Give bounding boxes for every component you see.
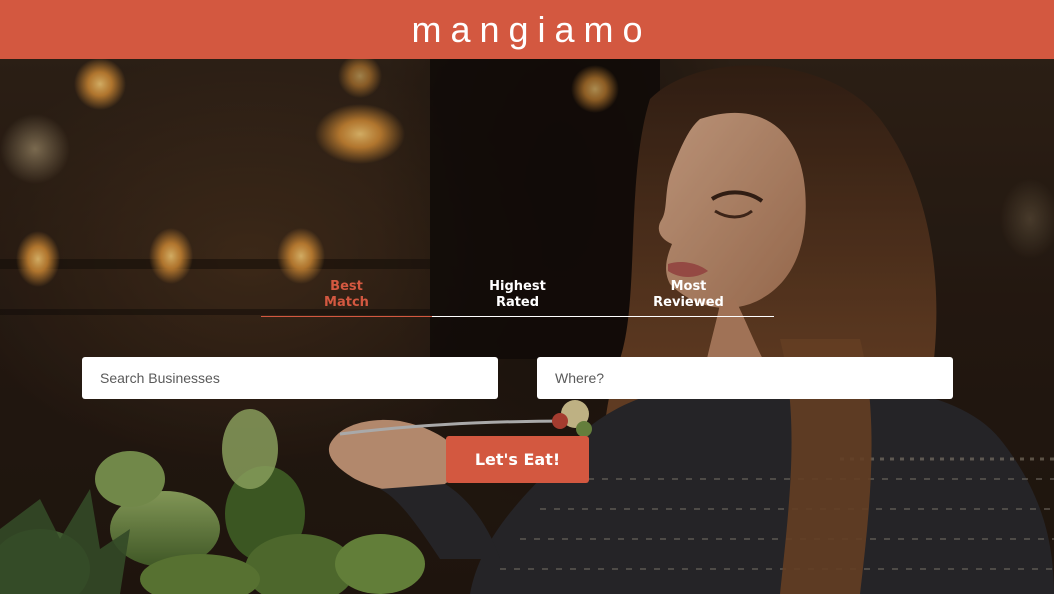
hero-background-image	[0, 59, 1054, 594]
tab-most-reviewed[interactable]: Most Reviewed	[603, 279, 774, 317]
tab-highest-rated[interactable]: Highest Rated	[432, 279, 603, 317]
lets-eat-button[interactable]: Let's Eat!	[446, 436, 589, 483]
tab-label: Highest Rated	[489, 279, 546, 310]
tab-best-match[interactable]: Best Match	[261, 279, 432, 317]
location-input[interactable]	[537, 357, 953, 399]
tab-label: Most Reviewed	[653, 279, 724, 310]
landing-page: mangiamo Best Match Highest Rated Most R…	[0, 0, 1054, 594]
sort-tabs: Best Match Highest Rated Most Reviewed	[261, 279, 774, 317]
tab-label: Best Match	[324, 279, 369, 310]
search-businesses-input[interactable]	[82, 357, 498, 399]
site-header: mangiamo	[0, 0, 1054, 59]
site-logo[interactable]: mangiamo	[402, 9, 651, 51]
hero-overlay	[0, 59, 1054, 594]
